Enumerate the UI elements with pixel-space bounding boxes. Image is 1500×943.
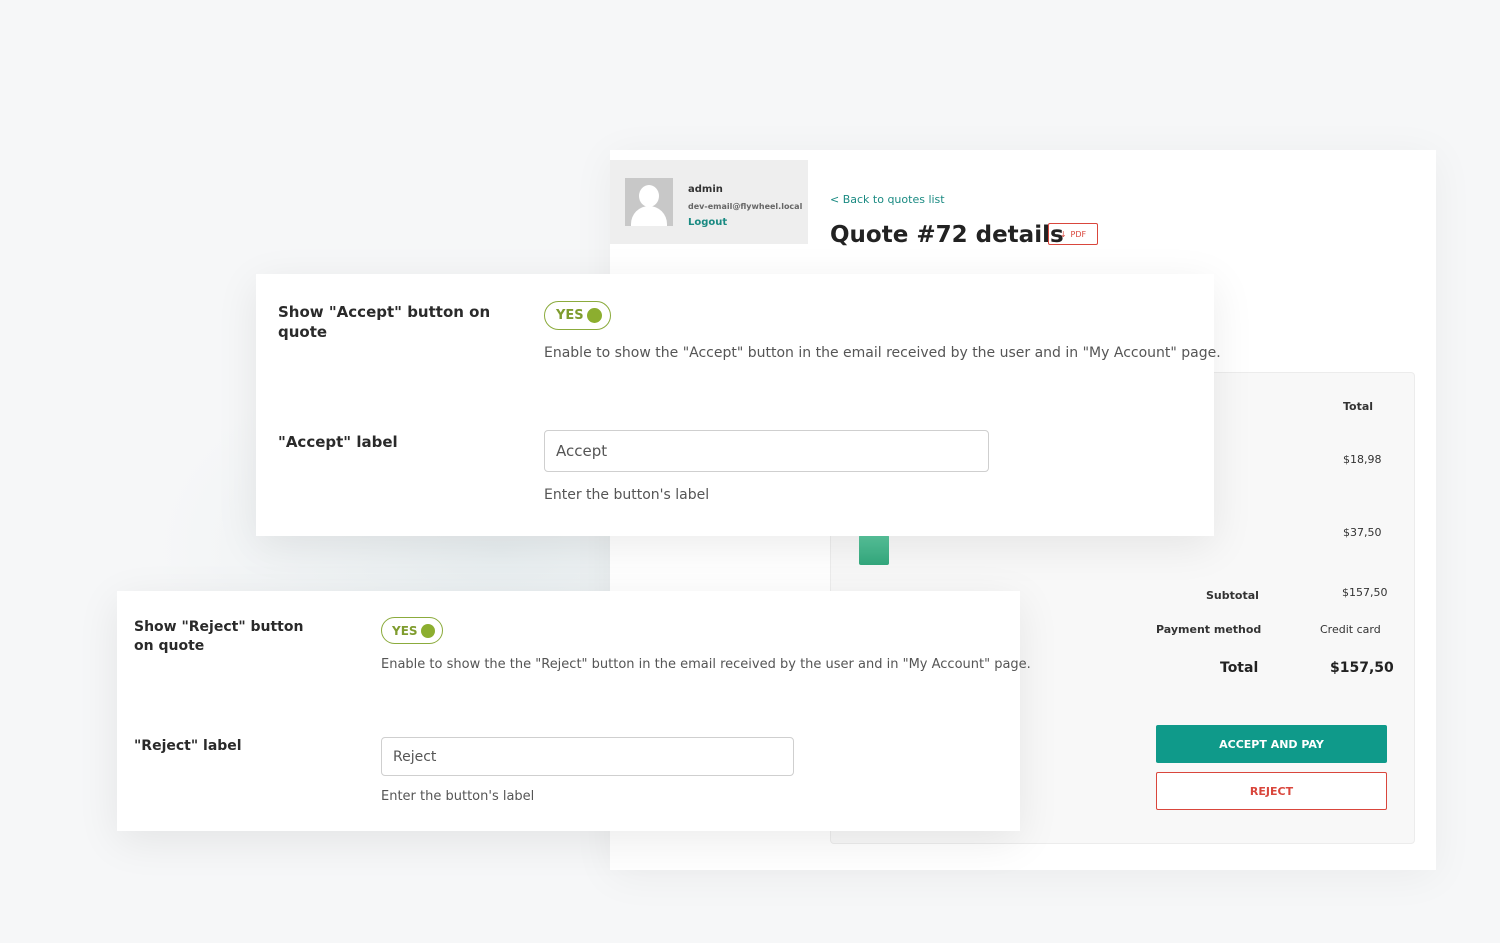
pdf-button-label: PDF bbox=[1070, 229, 1087, 239]
payment-method-value: Credit card bbox=[1320, 623, 1381, 636]
show-accept-description: Enable to show the "Accept" button in th… bbox=[544, 345, 1221, 361]
back-to-quotes-link[interactable]: < Back to quotes list bbox=[830, 193, 945, 206]
page-title: Quote #72 details bbox=[830, 222, 1064, 248]
reject-settings-card: Show "Reject" button on quote YES Enable… bbox=[117, 591, 1031, 831]
toggle-knob bbox=[420, 623, 435, 638]
pdf-download-button[interactable]: ↓ PDF bbox=[1048, 223, 1098, 245]
reject-label-hint: Enter the button's label bbox=[381, 789, 535, 804]
show-reject-toggle[interactable]: YES bbox=[381, 617, 443, 644]
reject-quote-button[interactable]: REJECT bbox=[1156, 772, 1387, 810]
reject-label-field-label: "Reject" label bbox=[134, 738, 242, 754]
line-amount: $37,50 bbox=[1343, 526, 1382, 539]
show-accept-toggle[interactable]: YES bbox=[544, 301, 611, 330]
user-email: dev-email@flywheel.local bbox=[688, 202, 803, 211]
reject-label-input[interactable] bbox=[381, 737, 794, 776]
accept-settings-card: Show "Accept" button on quote YES Enable… bbox=[256, 274, 1221, 536]
user-info-box: admin dev-email@flywheel.local Logout bbox=[610, 160, 808, 244]
logout-link[interactable]: Logout bbox=[688, 217, 727, 228]
toggle-state-text: YES bbox=[556, 308, 584, 323]
product-thumbnail bbox=[857, 533, 891, 567]
avatar-icon bbox=[625, 178, 673, 226]
subtotal-value: $157,50 bbox=[1342, 586, 1388, 599]
show-accept-label: Show "Accept" button on quote bbox=[278, 303, 491, 342]
show-reject-description: Enable to show the the "Reject" button i… bbox=[381, 657, 1031, 672]
accept-label-field-label: "Accept" label bbox=[278, 433, 398, 451]
accept-and-pay-button[interactable]: ACCEPT AND PAY bbox=[1156, 725, 1387, 763]
grand-total-value: $157,50 bbox=[1330, 660, 1394, 676]
total-column-header: Total bbox=[1343, 400, 1374, 413]
accept-label-hint: Enter the button's label bbox=[544, 487, 710, 503]
line-amount: $18,98 bbox=[1343, 453, 1382, 466]
grand-total-label: Total bbox=[1220, 660, 1259, 676]
subtotal-label: Subtotal bbox=[1206, 589, 1259, 602]
payment-method-label: Payment method bbox=[1156, 623, 1262, 636]
toggle-state-text: YES bbox=[392, 623, 418, 638]
download-arrow-icon: ↓ bbox=[1059, 229, 1067, 239]
accept-label-input[interactable] bbox=[544, 430, 989, 472]
show-reject-label: Show "Reject" button on quote bbox=[134, 619, 304, 654]
toggle-knob bbox=[586, 308, 602, 323]
user-name: admin bbox=[688, 184, 723, 195]
